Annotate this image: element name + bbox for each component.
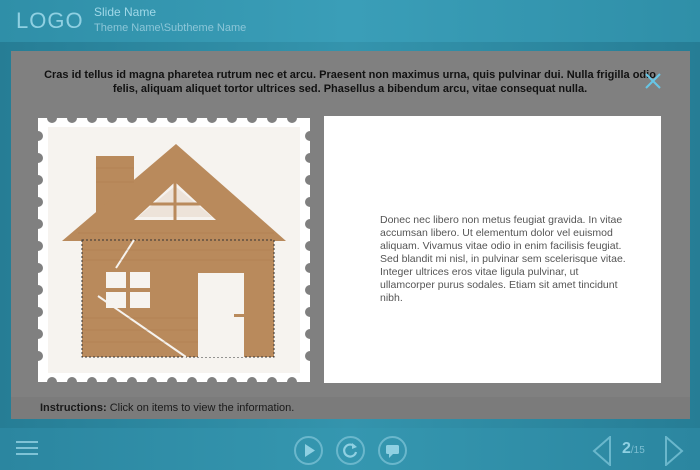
play-icon (305, 444, 315, 457)
current-page: 2 (622, 440, 631, 457)
menu-icon (16, 441, 38, 443)
chevron-right-icon (665, 434, 684, 468)
transcript-button[interactable] (378, 436, 407, 465)
chevron-left-icon (592, 434, 611, 468)
play-button[interactable] (294, 436, 323, 465)
info-body-text: Donec nec libero non metus feugiat gravi… (380, 214, 626, 304)
next-button[interactable] (664, 434, 684, 470)
previous-button[interactable] (592, 434, 612, 470)
instructions-bar: Instructions: Click on items to view the… (11, 397, 690, 419)
popup-header-text: Cras id tellus id magna pharetea rutrum … (44, 69, 656, 95)
replay-icon (343, 443, 358, 458)
house-stamp-image[interactable] (38, 118, 310, 382)
slide-name: Slide Name (94, 5, 157, 19)
menu-button[interactable] (16, 441, 38, 459)
total-pages: /15 (630, 445, 645, 456)
close-button[interactable] (642, 70, 664, 92)
page-indicator: 2/15 (622, 440, 645, 458)
theme-name: Theme Name\Subtheme Name (94, 22, 247, 34)
replay-button[interactable] (336, 436, 365, 465)
instructions-text: Click on items to view the information. (109, 402, 295, 414)
info-text-panel: Donec nec libero non metus feugiat gravi… (324, 116, 661, 383)
instructions-label: Instructions: (40, 402, 107, 414)
speech-bubble-icon (386, 445, 399, 458)
logo: LOGO (16, 8, 84, 33)
close-icon (645, 73, 661, 89)
